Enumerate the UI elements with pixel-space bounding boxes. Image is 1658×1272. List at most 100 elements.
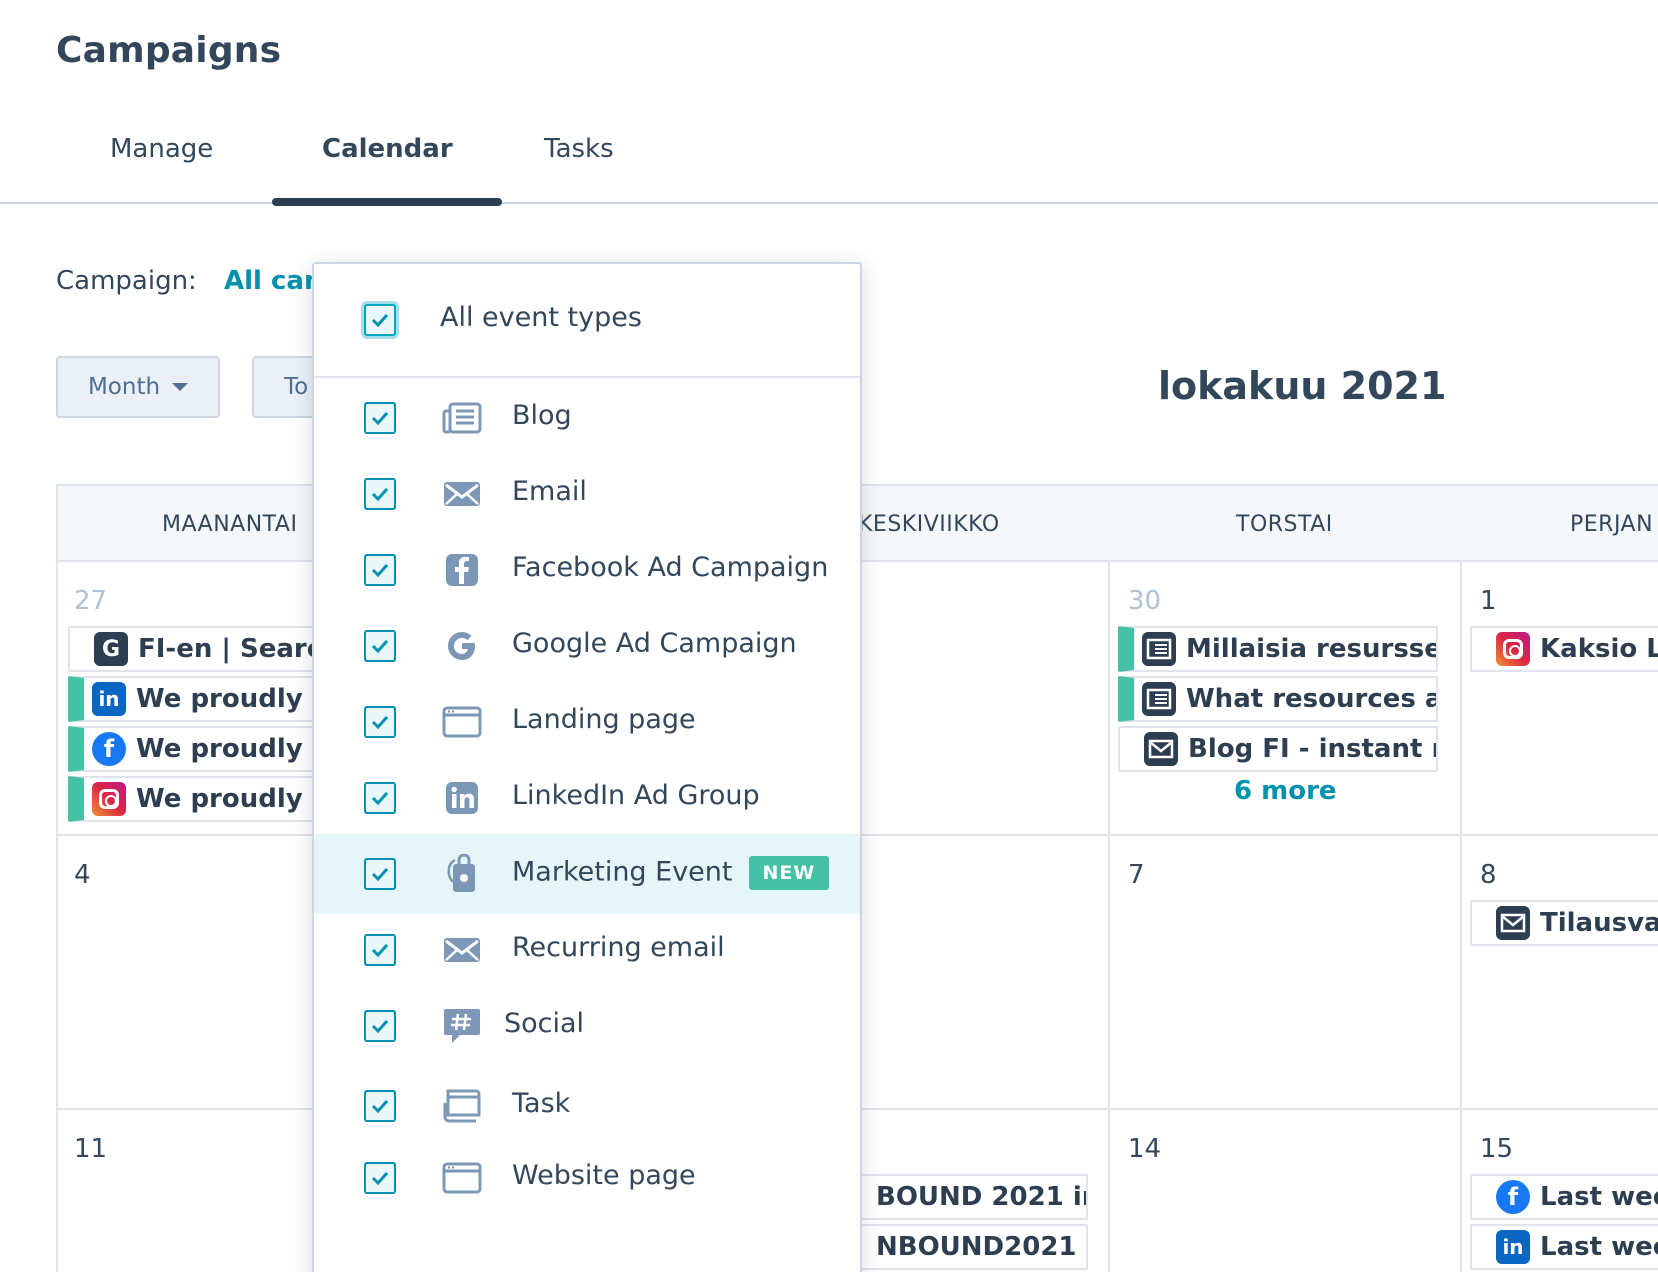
event-type-option[interactable]: LinkedIn Ad Group (314, 758, 860, 838)
event-title: Millaisia resursseja (1186, 634, 1436, 664)
calendar-event[interactable]: Millaisia resursseja (1118, 626, 1438, 672)
page-title: Campaigns (56, 30, 282, 71)
checkbox-checked[interactable] (364, 1090, 396, 1122)
checkbox-checked[interactable] (364, 934, 396, 966)
checkbox-checked[interactable] (364, 478, 396, 510)
facebook-icon (440, 550, 484, 590)
event-type-label: Website page (512, 1160, 696, 1191)
event-type-label-text: LinkedIn Ad Group (512, 780, 760, 811)
event-type-filter-menu: All event types Blog Email Facebook Ad Cam… (312, 262, 862, 1272)
event-type-label-text: Task (512, 1088, 571, 1119)
event-title: BOUND 2021 in (876, 1182, 1088, 1212)
view-mode-button[interactable]: Month (56, 356, 220, 418)
event-type-option[interactable]: Blog (314, 378, 860, 458)
date-cell-number: 15 (1480, 1134, 1514, 1164)
event-title: Kaksio La (1540, 634, 1658, 664)
all-event-types-label: All event types (440, 302, 642, 333)
checkbox-checked[interactable] (364, 402, 396, 434)
chevron-down-icon (172, 383, 189, 391)
calendar-event[interactable]: f Last weel (1470, 1174, 1658, 1220)
weekday-wednesday: KESKIVIIKKO (858, 512, 1000, 537)
event-type-label: Task (512, 1088, 570, 1119)
checkbox-checked[interactable] (364, 706, 396, 738)
event-type-label-text: Email (512, 476, 587, 507)
google-icon (440, 626, 484, 666)
google-icon: G (94, 632, 128, 666)
date-cell-number: 4 (74, 860, 91, 890)
checkbox-checked[interactable] (364, 1010, 396, 1042)
event-title: Tilausvah (1540, 908, 1658, 938)
event-type-label: Recurring email (512, 932, 725, 963)
facebook-icon: f (92, 732, 126, 766)
event-type-label: Social (504, 1008, 584, 1039)
calendar-event[interactable]: Kaksio La (1470, 626, 1658, 672)
event-type-label: Marketing Event NEW (512, 856, 830, 890)
event-title: FI-en | Search (138, 634, 341, 664)
event-type-option[interactable]: Social (314, 986, 860, 1066)
date-cell-number: 1 (1480, 586, 1497, 616)
date-cell-number: 8 (1480, 860, 1497, 890)
event-type-label-text: Recurring email (512, 932, 725, 963)
event-title: Last weel (1540, 1232, 1658, 1262)
date-cell-number: 14 (1128, 1134, 1162, 1164)
tab-tasks[interactable]: Tasks (544, 134, 614, 164)
event-type-label: Email (512, 476, 587, 507)
event-type-label-text: Marketing Event (512, 856, 733, 888)
event-type-option[interactable]: Marketing Event NEW (314, 834, 860, 914)
task-card-icon (440, 1086, 484, 1126)
blog-icon (1142, 682, 1176, 716)
today-label: To (284, 374, 309, 400)
weekday-friday: PERJAN (1570, 512, 1654, 537)
calendar-event[interactable]: Blog FI - instant no (1118, 726, 1438, 772)
all-event-types-option[interactable]: All event types (314, 264, 860, 378)
badge-icon (440, 854, 484, 894)
email-icon (1144, 732, 1178, 766)
campaign-filter-label: Campaign: (56, 266, 197, 296)
event-type-label-text: Social (504, 1008, 585, 1039)
tab-manage[interactable]: Manage (110, 134, 213, 164)
date-cell-number: 30 (1128, 586, 1162, 616)
tab-calendar[interactable]: Calendar (322, 134, 453, 164)
event-type-label: Landing page (512, 704, 696, 735)
event-type-label-text: Blog (512, 400, 572, 431)
month-title: lokakuu 2021 (1158, 364, 1447, 408)
view-mode-label: Month (87, 374, 161, 400)
calendar-event[interactable]: in Last weel (1470, 1224, 1658, 1270)
email-icon (440, 474, 484, 514)
date-cell-number: 7 (1128, 860, 1145, 890)
calendar-event[interactable]: What resources are (1118, 676, 1438, 722)
event-type-option[interactable]: Landing page (314, 682, 860, 762)
calendar-event[interactable]: Tilausvah (1470, 900, 1658, 946)
facebook-icon: f (1496, 1180, 1530, 1214)
checkbox-checked[interactable] (364, 1162, 396, 1194)
column-divider (1460, 562, 1462, 1272)
event-type-option[interactable]: Email (314, 454, 860, 534)
event-type-option[interactable]: Website page (314, 1138, 860, 1218)
checkbox-checked[interactable] (364, 304, 396, 336)
more-events-link[interactable]: 6 more (1234, 776, 1337, 806)
weekday-thursday: TORSTAI (1236, 512, 1333, 537)
tab-bar: Manage Calendar Tasks (0, 120, 1658, 206)
event-type-option[interactable]: Recurring email (314, 910, 860, 990)
instagram-icon (92, 782, 126, 816)
checkbox-checked[interactable] (364, 782, 396, 814)
linkedin-icon (440, 778, 484, 818)
event-type-option[interactable]: Facebook Ad Campaign (314, 530, 860, 610)
event-type-option[interactable]: Google Ad Campaign (314, 606, 860, 686)
event-type-label-text: Landing page (512, 704, 696, 735)
browser-window-icon (440, 702, 484, 742)
email-icon (440, 930, 484, 970)
event-type-label: Blog (512, 400, 572, 431)
email-icon (1496, 906, 1530, 940)
browser-window-icon (440, 1158, 484, 1198)
column-divider (1108, 562, 1110, 1272)
checkbox-checked[interactable] (364, 554, 396, 586)
linkedin-icon: in (92, 682, 126, 716)
blog-icon (1142, 632, 1176, 666)
checkbox-checked[interactable] (364, 858, 396, 890)
event-title: Blog FI - instant no (1188, 734, 1436, 764)
event-type-option[interactable]: Task (314, 1066, 860, 1146)
date-cell-number: 27 (74, 586, 108, 616)
event-type-label-text: Facebook Ad Campaign (512, 552, 829, 583)
checkbox-checked[interactable] (364, 630, 396, 662)
